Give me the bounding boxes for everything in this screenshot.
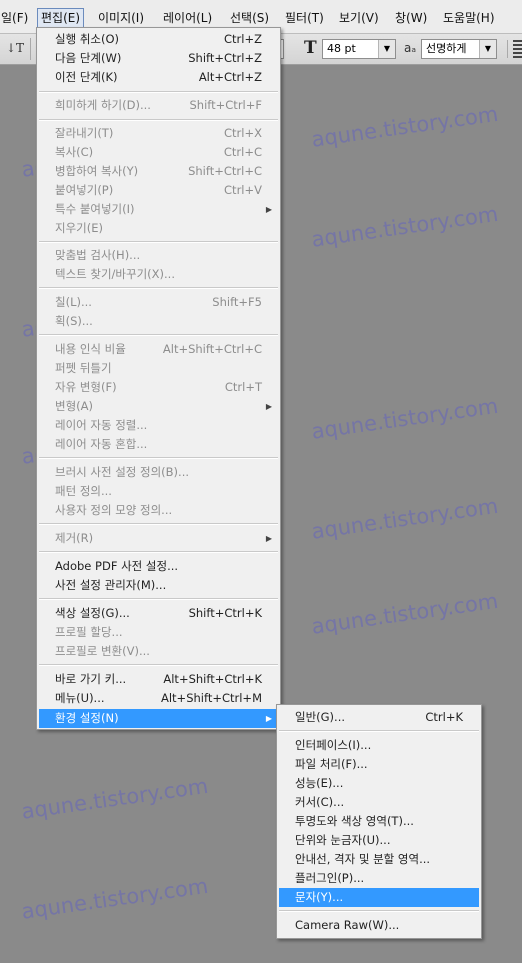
watermark: aqune.tistory.com [310,101,500,152]
menu-separator [39,334,278,336]
antialias-value: 선명하게 [426,42,467,55]
menu-separator [39,551,278,553]
menu-separator [39,523,278,525]
menu-item-performance[interactable]: 성능(E)... [279,774,479,793]
watermark: aqune.tistory.com [310,201,500,252]
font-size-dropdown[interactable]: 48 pt ▼ [322,39,396,59]
menu-separator [39,598,278,600]
menu-select[interactable]: 선택(S) [227,9,272,27]
menu-item-file-handling[interactable]: 파일 처리(F)... [279,755,479,774]
menu-separator [39,457,278,459]
chevron-down-icon: ▼ [479,40,496,58]
menu-view[interactable]: 보기(V) [336,9,382,27]
menu-filter[interactable]: 필터(T) [282,9,327,27]
menu-edit[interactable]: 편집(E) [37,8,85,28]
menu-item-cut[interactable]: 잘라내기(T) Ctrl+X [39,124,278,143]
menu-item-find-replace[interactable]: 텍스트 찾기/바꾸기(X)... [39,265,278,284]
menu-item-plugins[interactable]: 플러그인(P)... [279,869,479,888]
menu-file[interactable]: 일(F) [0,9,31,27]
watermark: aqune.tistory.com [310,393,500,444]
submenu-arrow-icon: ▶ [265,402,272,411]
menu-separator [39,91,278,93]
menu-item-menus[interactable]: 메뉴(U)... Alt+Shift+Ctrl+M [39,689,278,708]
menu-separator [279,910,479,912]
menu-item-puppet-warp[interactable]: 퍼펫 뒤틀기 [39,359,278,378]
menu-item-preferences[interactable]: 환경 설정(N) ▶ [39,709,278,728]
menu-item-fill[interactable]: 칠(L)... Shift+F5 [39,293,278,312]
submenu-arrow-icon: ▶ [265,205,272,214]
menu-item-clear[interactable]: 지우기(E) [39,219,278,238]
menu-item-convert-profile[interactable]: 프로필로 변환(V)... [39,642,278,661]
menu-item-paste-special[interactable]: 특수 붙여넣기(I) ▶ [39,200,278,219]
menu-separator [39,287,278,289]
menu-image[interactable]: 이미지(I) [95,9,147,27]
menu-item-step-backward[interactable]: 이전 단계(K) Alt+Ctrl+Z [39,68,278,87]
menu-item-define-shape[interactable]: 사용자 정의 모양 정의... [39,501,278,520]
font-size-icon: T [304,38,317,58]
font-size-value: 48 pt [327,42,356,55]
submenu-arrow-icon: ▶ [265,534,272,543]
menu-item-free-transform[interactable]: 자유 변형(F) Ctrl+T [39,378,278,397]
chevron-down-icon: ▼ [378,40,395,58]
menu-window[interactable]: 창(W) [392,9,430,27]
menu-item-step-forward[interactable]: 다음 단계(W) Shift+Ctrl+Z [39,49,278,68]
menu-item-copy[interactable]: 복사(C) Ctrl+C [39,143,278,162]
menu-item-define-brush[interactable]: 브러시 사전 설정 정의(B)... [39,463,278,482]
menu-item-paste[interactable]: 붙여넣기(P) Ctrl+V [39,181,278,200]
menu-item-units-rulers[interactable]: 단위와 눈금자(U)... [279,831,479,850]
antialias-dropdown[interactable]: 선명하게 ▼ [421,39,497,59]
menu-item-color-settings[interactable]: 색상 설정(G)... Shift+Ctrl+K [39,604,278,623]
menu-item-interface[interactable]: 인터페이스(I)... [279,736,479,755]
menu-separator [39,664,278,666]
watermark: aqune.tistory.com [20,873,210,924]
edit-menu: 실행 취소(O) Ctrl+Z 다음 단계(W) Shift+Ctrl+Z 이전 단… [36,27,281,730]
menu-item-undo[interactable]: 실행 취소(O) Ctrl+Z [39,30,278,49]
menu-item-general[interactable]: 일반(G)... Ctrl+K [279,708,479,727]
menu-item-fade[interactable]: 희미하게 하기(D)... Shift+Ctrl+F [39,96,278,115]
menu-item-camera-raw[interactable]: Camera Raw(W)... [279,916,479,935]
menu-item-purge[interactable]: 제거(R) ▶ [39,529,278,548]
preferences-submenu: 일반(G)... Ctrl+K 인터페이스(I)... 파일 처리(F)... 성… [276,704,482,939]
menu-item-content-aware-scale[interactable]: 내용 인식 비율 Alt+Shift+Ctrl+C [39,340,278,359]
text-orientation-icon[interactable]: ↓T [6,41,24,55]
watermark: aqune.tistory.com [20,773,210,824]
menu-separator [279,730,479,732]
menu-item-cursors[interactable]: 커서(C)... [279,793,479,812]
submenu-arrow-icon: ▶ [265,714,272,723]
menu-item-transform[interactable]: 변형(A) ▶ [39,397,278,416]
menu-separator [39,119,278,121]
menu-layer[interactable]: 레이어(L) [160,9,215,27]
divider [507,40,508,58]
divider [30,38,31,60]
align-left-icon[interactable] [513,40,522,58]
menu-item-spell-check[interactable]: 맞춤법 검사(H)... [39,246,278,265]
menu-item-copy-merged[interactable]: 병합하여 복사(Y) Shift+Ctrl+C [39,162,278,181]
menu-item-preset-manager[interactable]: 사전 설정 관리자(M)... [39,576,278,595]
menu-item-stroke[interactable]: 획(S)... [39,312,278,331]
menu-item-transparency-gamut[interactable]: 투명도와 색상 영역(T)... [279,812,479,831]
menu-item-pdf-presets[interactable]: Adobe PDF 사전 설정... [39,557,278,576]
menu-item-auto-align[interactable]: 레이어 자동 정렬... [39,416,278,435]
menu-item-type[interactable]: 문자(Y)... [279,888,479,907]
menu-separator [39,241,278,243]
menu-item-keyboard-shortcuts[interactable]: 바로 가기 키... Alt+Shift+Ctrl+K [39,670,278,689]
watermark: aqune.tistory.com [310,493,500,544]
menu-help[interactable]: 도움말(H) [440,9,498,27]
menu-item-define-pattern[interactable]: 패턴 정의... [39,482,278,501]
menu-item-auto-blend[interactable]: 레이어 자동 혼합... [39,435,278,454]
menu-item-assign-profile[interactable]: 프로필 할당... [39,623,278,642]
antialias-icon: aₐ [404,41,417,55]
menu-item-guides-grid-slices[interactable]: 안내선, 격자 및 분할 영역... [279,850,479,869]
watermark: aqune.tistory.com [310,588,500,639]
